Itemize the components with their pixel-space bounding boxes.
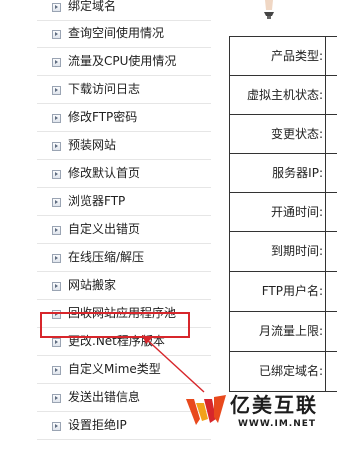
column-divider xyxy=(325,37,326,75)
column-divider xyxy=(325,272,326,311)
info-row-change-status: 变更状态: xyxy=(230,115,337,154)
watermark-title: 亿美互联 xyxy=(230,393,318,417)
sidebar-item-default-page[interactable]: 修改默认首页 xyxy=(37,163,211,188)
pointer-arrow-icon xyxy=(142,335,205,393)
sidebar-item-custom-error-page[interactable]: 自定义出错页 xyxy=(37,219,211,244)
sidebar-item-label: 设置拒绝IP xyxy=(68,418,127,432)
column-divider xyxy=(325,312,326,351)
sidebar-item-bind-domain[interactable]: 绑定域名 xyxy=(37,0,211,21)
sidebar-item-label: 网站搬家 xyxy=(68,278,117,292)
sidebar-item-ftp-password[interactable]: 修改FTP密码 xyxy=(37,107,211,132)
sidebar-item-browser-ftp[interactable]: 浏览器FTP xyxy=(37,191,211,216)
sidebar-item-label: 下载访问日志 xyxy=(68,82,141,96)
column-divider xyxy=(325,193,326,231)
sidebar-item-online-zip[interactable]: 在线压缩/解压 xyxy=(37,247,211,272)
bullet-icon xyxy=(52,3,61,12)
user-figure-icon xyxy=(262,0,276,22)
info-label: 变更状态: xyxy=(270,127,323,141)
bullet-icon xyxy=(52,254,61,263)
info-label: 开通时间: xyxy=(270,205,323,219)
sidebar-item-label: 绑定域名 xyxy=(68,0,117,13)
column-divider xyxy=(325,76,326,114)
sidebar-item-label: 发送出错信息 xyxy=(68,390,141,404)
bullet-icon xyxy=(52,142,61,151)
bullet-icon xyxy=(52,226,61,235)
sidebar-item-site-move[interactable]: 网站搬家 xyxy=(37,275,211,300)
info-label: FTP用户名: xyxy=(261,284,323,298)
sidebar-item-label: 预装网站 xyxy=(68,138,117,152)
bullet-icon xyxy=(52,282,61,291)
sidebar-item-preinstall-site[interactable]: 预装网站 xyxy=(37,135,211,160)
sidebar-item-label: 流量及CPU使用情况 xyxy=(68,54,177,68)
info-row-monthly-traffic: 月流量上限: xyxy=(230,312,337,352)
info-row-bound-domain: 已绑定域名: xyxy=(230,352,337,392)
sidebar-item-label: 在线压缩/解压 xyxy=(68,250,145,264)
bullet-icon xyxy=(52,394,61,403)
info-row-expire-time: 到期时间: xyxy=(230,232,337,272)
column-divider xyxy=(325,352,326,391)
column-divider xyxy=(325,115,326,153)
info-row-host-status: 虚拟主机状态: xyxy=(230,76,337,115)
sidebar-item-traffic-cpu[interactable]: 流量及CPU使用情况 xyxy=(37,51,211,76)
bullet-icon xyxy=(52,366,61,375)
info-row-open-time: 开通时间: xyxy=(230,193,337,232)
bullet-icon xyxy=(52,86,61,95)
info-label: 产品类型: xyxy=(270,49,323,63)
info-label: 虚拟主机状态: xyxy=(246,88,323,102)
column-divider xyxy=(325,232,326,271)
info-label: 到期时间: xyxy=(270,244,323,258)
info-label: 服务器IP: xyxy=(272,166,323,180)
column-divider xyxy=(325,154,326,192)
sidebar-item-label: 浏览器FTP xyxy=(68,194,126,208)
info-row-ftp-user: FTP用户名: xyxy=(230,272,337,312)
sidebar-item-label: 修改默认首页 xyxy=(68,166,141,180)
info-label: 已绑定域名: xyxy=(258,364,323,378)
host-info-table: 产品类型: 虚拟主机状态: 变更状态: 服务器IP: 开通时间: 到期时间: F… xyxy=(229,36,337,392)
bullet-icon xyxy=(52,30,61,39)
sidebar-item-query-space[interactable]: 查询空间使用情况 xyxy=(37,23,211,48)
bullet-icon xyxy=(52,422,61,431)
brand-logo-icon xyxy=(186,395,226,425)
info-label: 月流量上限: xyxy=(258,324,323,338)
watermark: 亿美互联 WWW.IM.NET xyxy=(184,391,337,437)
sidebar-item-label: 修改FTP密码 xyxy=(68,110,138,124)
watermark-url: WWW.IM.NET xyxy=(238,419,317,429)
bullet-icon xyxy=(52,338,61,347)
sidebar-item-download-logs[interactable]: 下载访问日志 xyxy=(37,79,211,104)
info-row-product-type: 产品类型: xyxy=(230,37,337,76)
bullet-icon xyxy=(52,170,61,179)
bullet-icon xyxy=(52,198,61,207)
bullet-icon xyxy=(52,58,61,67)
sidebar-item-label: 查询空间使用情况 xyxy=(68,26,165,40)
info-row-server-ip: 服务器IP: xyxy=(230,154,337,193)
sidebar-item-label: 自定义出错页 xyxy=(68,222,141,236)
bullet-icon xyxy=(52,114,61,123)
